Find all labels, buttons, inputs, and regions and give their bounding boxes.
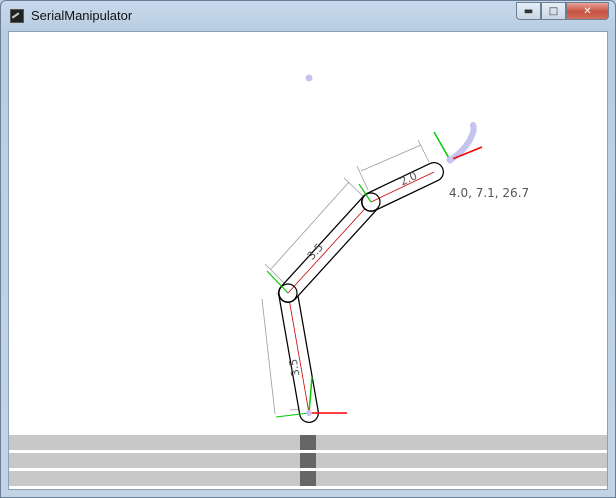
joint-2-slider-thumb[interactable] bbox=[300, 453, 316, 468]
link-2 bbox=[278, 192, 381, 303]
minimize-icon: ▬ bbox=[523, 5, 534, 17]
caption-buttons: ▬ □ ✕ bbox=[516, 2, 609, 21]
title-bar[interactable]: SerialManipulator ▬ □ ✕ bbox=[1, 1, 615, 31]
close-button[interactable]: ✕ bbox=[566, 2, 609, 20]
end-effector-frame bbox=[433, 131, 483, 164]
app-icon[interactable] bbox=[10, 9, 24, 23]
minimize-button[interactable]: ▬ bbox=[516, 2, 541, 20]
joint-2-slider[interactable] bbox=[9, 453, 607, 468]
trail-point bbox=[305, 74, 313, 82]
joint-3-slider-thumb[interactable] bbox=[300, 471, 316, 486]
close-icon: ✕ bbox=[583, 5, 592, 17]
joint-3-slider[interactable] bbox=[9, 471, 607, 486]
joint-1-slider-thumb[interactable] bbox=[300, 435, 316, 450]
canvas-area[interactable]: 3.5 3.5 2.0 4.0, 7.1, 26.7 bbox=[8, 31, 608, 490]
maximize-button[interactable]: □ bbox=[541, 2, 566, 20]
manipulator-scene: 3.5 3.5 2.0 4.0, 7.1, 26.7 bbox=[261, 74, 529, 423]
joint-1-slider[interactable] bbox=[9, 435, 607, 450]
end-effector-readout: 4.0, 7.1, 26.7 bbox=[449, 186, 529, 200]
link-1 bbox=[278, 283, 319, 423]
maximize-icon: □ bbox=[548, 5, 559, 17]
window-title: SerialManipulator bbox=[31, 8, 133, 23]
application-window: SerialManipulator ▬ □ ✕ 3.5 3.5 2.0 4.0,… bbox=[0, 0, 616, 498]
